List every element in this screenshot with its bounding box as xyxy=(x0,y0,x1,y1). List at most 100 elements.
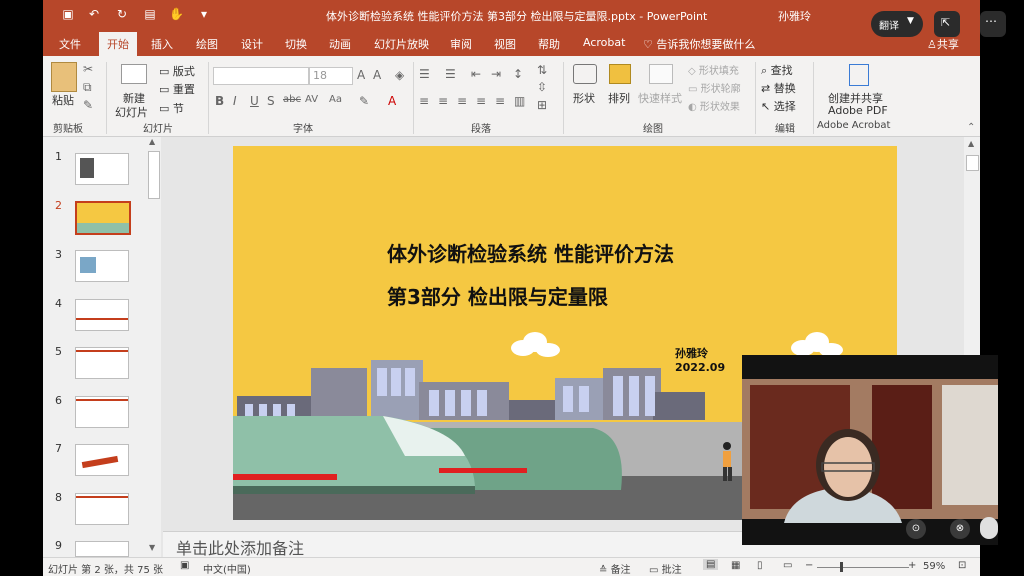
translate-button[interactable]: 翻译 ▼ xyxy=(871,11,923,37)
tell-me-box[interactable]: ♡ 告诉我你想要做什么 xyxy=(643,36,755,52)
fit-slide-icon[interactable]: ⊡ xyxy=(958,560,966,571)
touch-mode-icon[interactable]: ✋ xyxy=(169,7,184,21)
tab-acrobat[interactable]: Acrobat xyxy=(583,36,625,49)
tab-review[interactable]: 审阅 xyxy=(450,36,472,52)
tab-draw[interactable]: 绘图 xyxy=(196,36,218,52)
slide-thumbnail[interactable] xyxy=(75,396,129,428)
more-options-button[interactable]: ⋯ xyxy=(980,11,1006,37)
clear-format-icon[interactable]: ◈ xyxy=(395,68,404,82)
paste-icon[interactable] xyxy=(51,62,77,92)
arrange-icon[interactable] xyxy=(609,64,631,84)
slide-thumbnail[interactable] xyxy=(75,444,129,476)
text-direction-icon[interactable]: ⇅ xyxy=(537,63,547,77)
zoom-slider-thumb[interactable] xyxy=(840,562,843,572)
reading-view-icon[interactable]: ▯ xyxy=(757,560,763,571)
tab-home[interactable]: 开始 xyxy=(99,32,137,58)
strikethrough-button[interactable]: abc xyxy=(283,94,301,105)
cut-icon[interactable]: ✂ xyxy=(83,62,93,76)
smartart-icon[interactable]: ⊞ xyxy=(537,98,547,112)
slide-thumbnail-pane[interactable]: 1 2 3 4 5 6 7 8 9 xyxy=(43,137,161,557)
quick-styles-icon[interactable] xyxy=(649,64,673,84)
customize-toolbar-icon[interactable]: ▾ xyxy=(197,7,211,21)
distribute-icon[interactable]: ≡ xyxy=(495,94,505,108)
copy-icon[interactable]: ⧉ xyxy=(83,80,92,95)
columns-icon[interactable]: ▥ xyxy=(514,94,525,108)
new-slide-icon[interactable] xyxy=(121,64,147,84)
language[interactable]: 中文(中国) xyxy=(203,561,251,576)
tab-view[interactable]: 视图 xyxy=(494,36,516,52)
tab-slideshow[interactable]: 幻灯片放映 xyxy=(374,36,429,52)
align-text-icon[interactable]: ⇳ xyxy=(537,80,547,94)
collapse-ribbon-icon[interactable]: ⌃ xyxy=(967,122,975,133)
line-spacing-icon[interactable]: ↕ xyxy=(513,67,523,81)
shape-effects-button[interactable]: ◐ 形状效果 xyxy=(688,98,740,113)
undo-icon[interactable]: ↶ xyxy=(87,7,101,21)
scroll-up-icon[interactable]: ▲ xyxy=(968,139,974,148)
format-painter-icon[interactable]: ✎ xyxy=(83,98,93,112)
comments-toggle[interactable]: ▭ 批注 xyxy=(649,561,682,576)
chat-icon[interactable]: ⊙ xyxy=(906,519,926,539)
slide-thumbnail[interactable] xyxy=(75,299,129,331)
find-button[interactable]: ⌕ 查找 xyxy=(761,62,793,78)
shapes-icon[interactable] xyxy=(573,64,597,84)
underline-button[interactable]: U xyxy=(250,94,259,108)
shape-outline-button[interactable]: ▭ 形状轮廓 xyxy=(688,80,741,95)
highlight-icon[interactable]: ✎ xyxy=(359,94,369,108)
grow-font-icon[interactable]: A xyxy=(357,68,365,82)
increase-indent-icon[interactable]: ⇥ xyxy=(491,67,501,81)
scroll-thumb[interactable] xyxy=(148,151,160,199)
tab-design[interactable]: 设计 xyxy=(241,36,263,52)
slide-thumbnail[interactable] xyxy=(75,541,129,557)
italic-button[interactable]: I xyxy=(233,94,237,108)
link-icon[interactable]: ⊗ xyxy=(950,519,970,539)
shapes-button[interactable]: 形状 xyxy=(573,90,595,106)
arrange-button[interactable]: 排列 xyxy=(608,90,630,106)
present-icon[interactable]: ▤ xyxy=(143,7,157,21)
change-case-button[interactable]: Aa xyxy=(329,94,342,105)
slideshow-icon[interactable]: ▭ xyxy=(783,560,792,571)
numbering-icon[interactable]: ☰ xyxy=(445,67,456,81)
layout-button[interactable]: ▭ 版式 xyxy=(159,63,195,79)
shrink-font-icon[interactable]: A xyxy=(373,68,381,82)
bullets-icon[interactable]: ☰ xyxy=(419,67,430,81)
scroll-down-icon[interactable]: ▼ xyxy=(149,543,155,552)
slide-thumbnail[interactable] xyxy=(75,493,129,525)
font-name-box[interactable] xyxy=(213,67,309,85)
decrease-indent-icon[interactable]: ⇤ xyxy=(471,67,481,81)
select-button[interactable]: ↖ 选择 xyxy=(761,98,796,114)
bold-button[interactable]: B xyxy=(215,94,224,108)
tab-insert[interactable]: 插入 xyxy=(151,36,173,52)
share-button[interactable]: ♙共享 xyxy=(927,36,959,52)
zoom-level[interactable]: 59% xyxy=(923,561,945,572)
share-screen-button[interactable]: ⇱ xyxy=(934,11,960,37)
paste-button[interactable]: 粘贴 xyxy=(52,92,74,108)
normal-view-icon[interactable]: ▤ xyxy=(703,559,719,570)
tab-file[interactable]: 文件 xyxy=(59,36,81,52)
justify-icon[interactable]: ≡ xyxy=(476,94,486,108)
shadow-button[interactable]: S xyxy=(267,94,275,108)
slide-thumbnail[interactable] xyxy=(75,201,131,235)
tab-animations[interactable]: 动画 xyxy=(329,36,351,52)
user-name[interactable]: 孙雅玲 xyxy=(778,8,811,24)
webcam-video[interactable]: ⊙ ⊗ xyxy=(742,355,998,545)
tab-transitions[interactable]: 切换 xyxy=(285,36,307,52)
create-pdf-icon[interactable] xyxy=(849,64,869,86)
accessibility-icon[interactable]: ▣ xyxy=(180,560,189,571)
scroll-thumb[interactable] xyxy=(966,155,979,171)
zoom-in-icon[interactable]: + xyxy=(908,560,916,571)
slide-thumbnail[interactable] xyxy=(75,153,129,185)
replace-button[interactable]: ⇄ 替换 xyxy=(761,80,796,96)
tab-help[interactable]: 帮助 xyxy=(538,36,560,52)
shape-fill-button[interactable]: ◇ 形状填充 xyxy=(688,62,739,77)
reset-button[interactable]: ▭ 重置 xyxy=(159,81,195,97)
font-size-box[interactable]: 18 xyxy=(309,67,353,85)
notes-toggle[interactable]: ≙ 备注 xyxy=(599,561,631,576)
scroll-up-icon[interactable]: ▲ xyxy=(149,137,155,146)
zoom-out-icon[interactable]: − xyxy=(805,560,813,571)
align-center-icon[interactable]: ≡ xyxy=(438,94,448,108)
align-right-icon[interactable]: ≡ xyxy=(457,94,467,108)
notes-placeholder[interactable]: 单击此处添加备注 xyxy=(176,535,304,559)
thumbnail-scrollbar[interactable]: ▲ ▼ xyxy=(146,137,160,557)
section-button[interactable]: ▭ 节 xyxy=(159,100,184,116)
quick-styles-button[interactable]: 快速样式 xyxy=(638,90,682,106)
